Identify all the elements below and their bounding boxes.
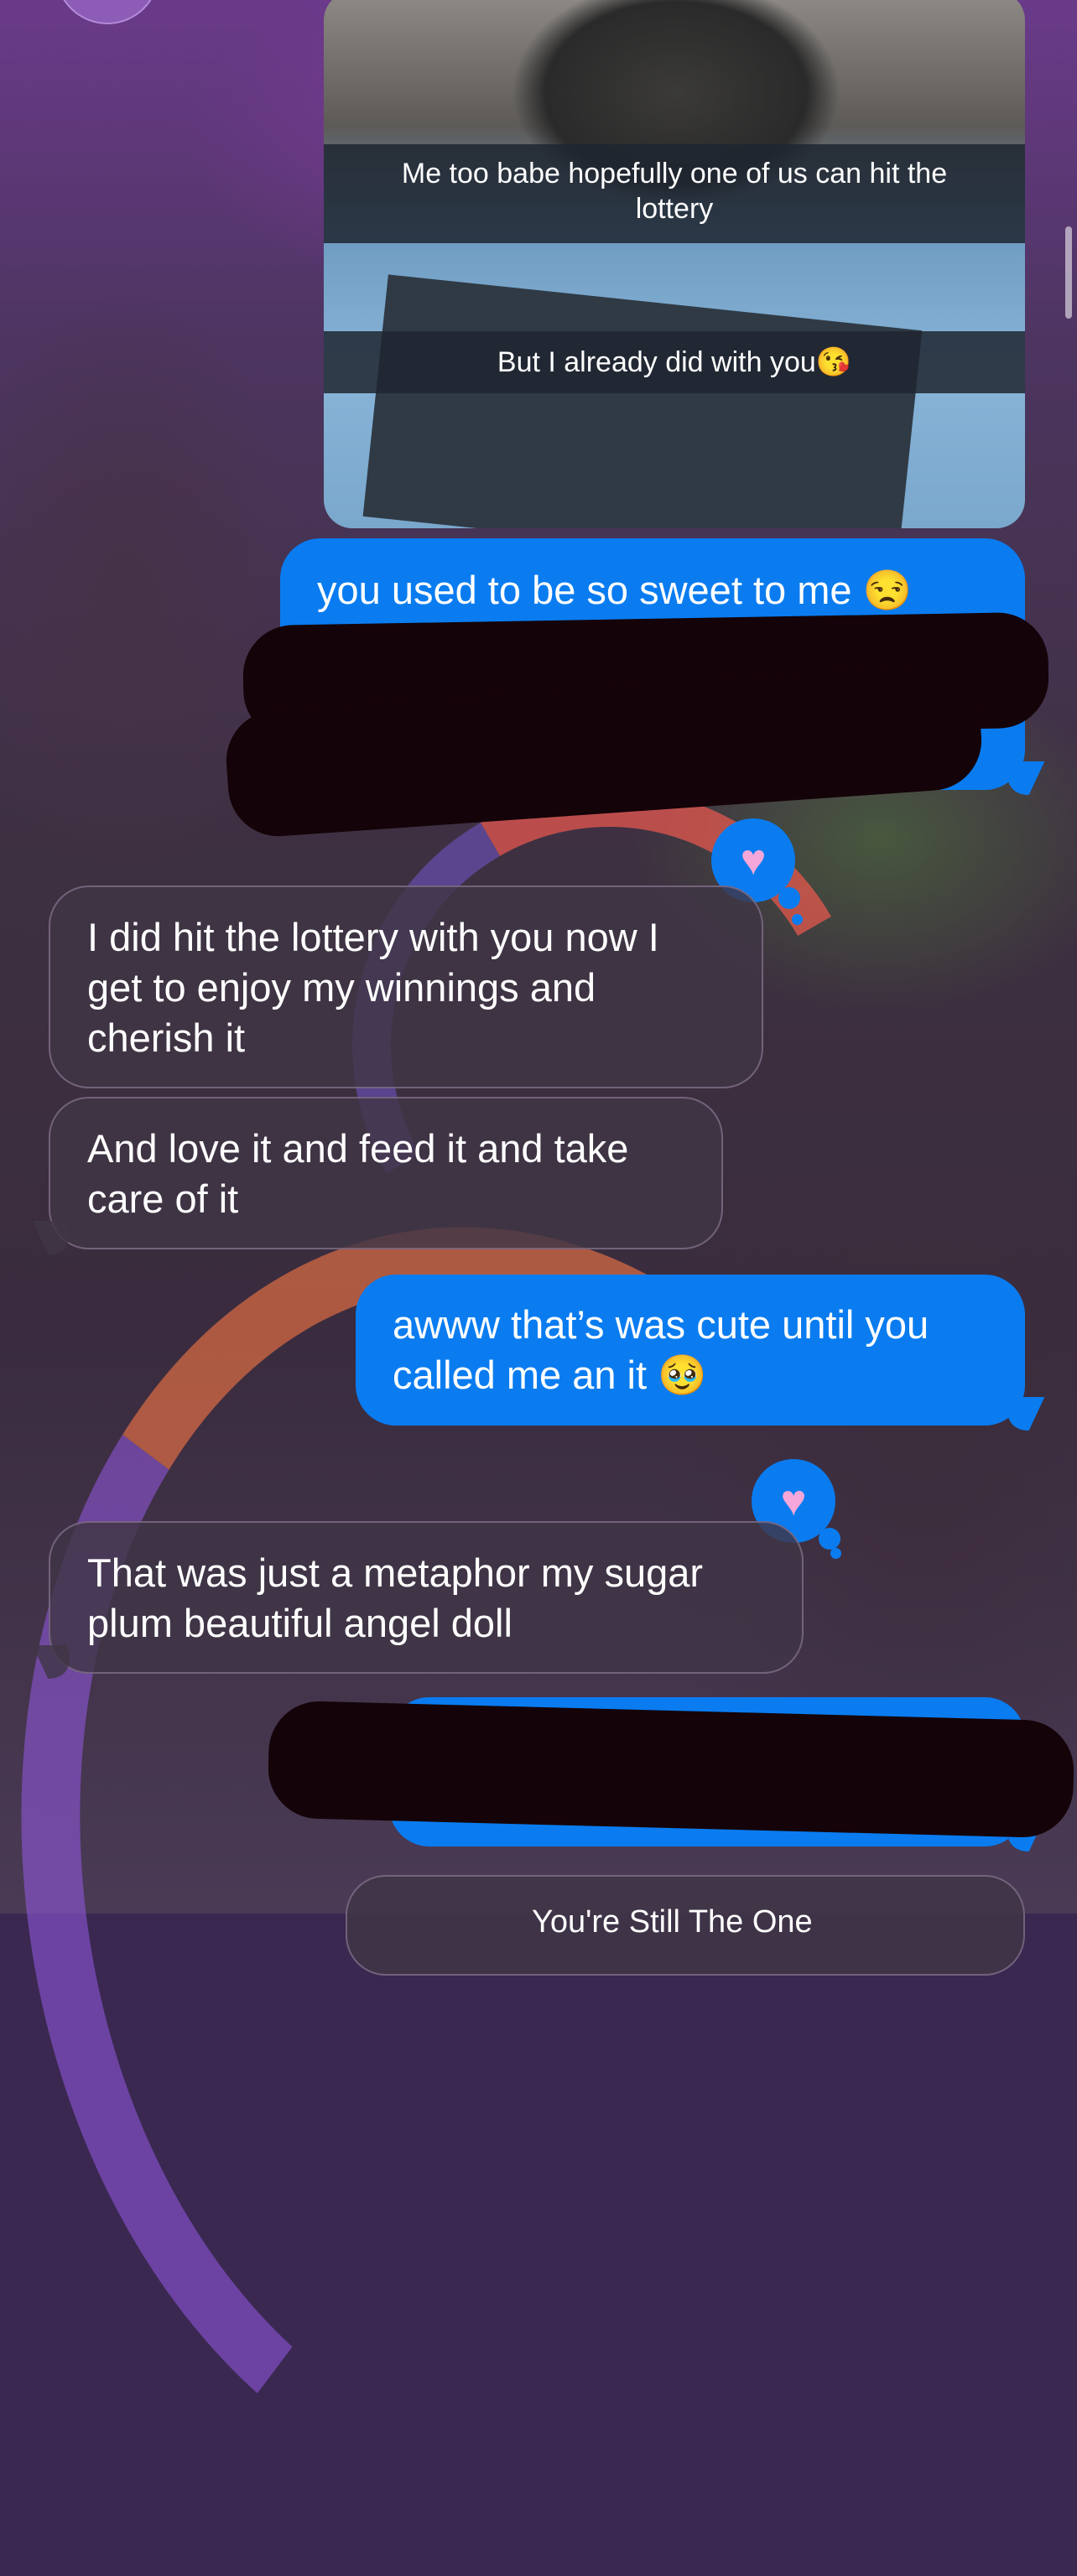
reaction-dot	[792, 914, 803, 925]
photo-caption-1: Me too babe hopefully one of us can hit …	[324, 144, 1025, 243]
photo-caption-2: But I already did with you😘	[324, 331, 1025, 393]
message-sent-2-text: awww that’s was cute until you called me…	[393, 1302, 929, 1397]
reaction-dot	[830, 1548, 841, 1559]
message-sent-1-text: you used to be so sweet to me 😒	[317, 568, 913, 612]
photo-shirt-graphic	[362, 274, 923, 528]
message-received-3[interactable]: That was just a metaphor my sugar plum b…	[32, 1521, 804, 1679]
link-preview-title: You're Still The One	[532, 1904, 813, 1940]
message-received-1-text: I did hit the lottery with you now I get…	[87, 915, 659, 1060]
message-sent-2[interactable]: awww that’s was cute until you called me…	[356, 1275, 1045, 1431]
redaction-scribble-3	[267, 1700, 1075, 1839]
scrollbar[interactable]	[1065, 226, 1072, 319]
message-received-link-preview[interactable]: You're Still The One	[346, 1875, 1025, 1976]
message-received-3-text: That was just a metaphor my sugar plum b…	[87, 1550, 704, 1645]
photo-message[interactable]: Me too babe hopefully one of us can hit …	[324, 0, 1025, 528]
message-received-1[interactable]: I did hit the lottery with you now I get…	[49, 886, 763, 1088]
message-received-2[interactable]: And love it and feed it and take care of…	[32, 1097, 723, 1254]
message-received-2-text: And love it and feed it and take care of…	[87, 1126, 629, 1221]
